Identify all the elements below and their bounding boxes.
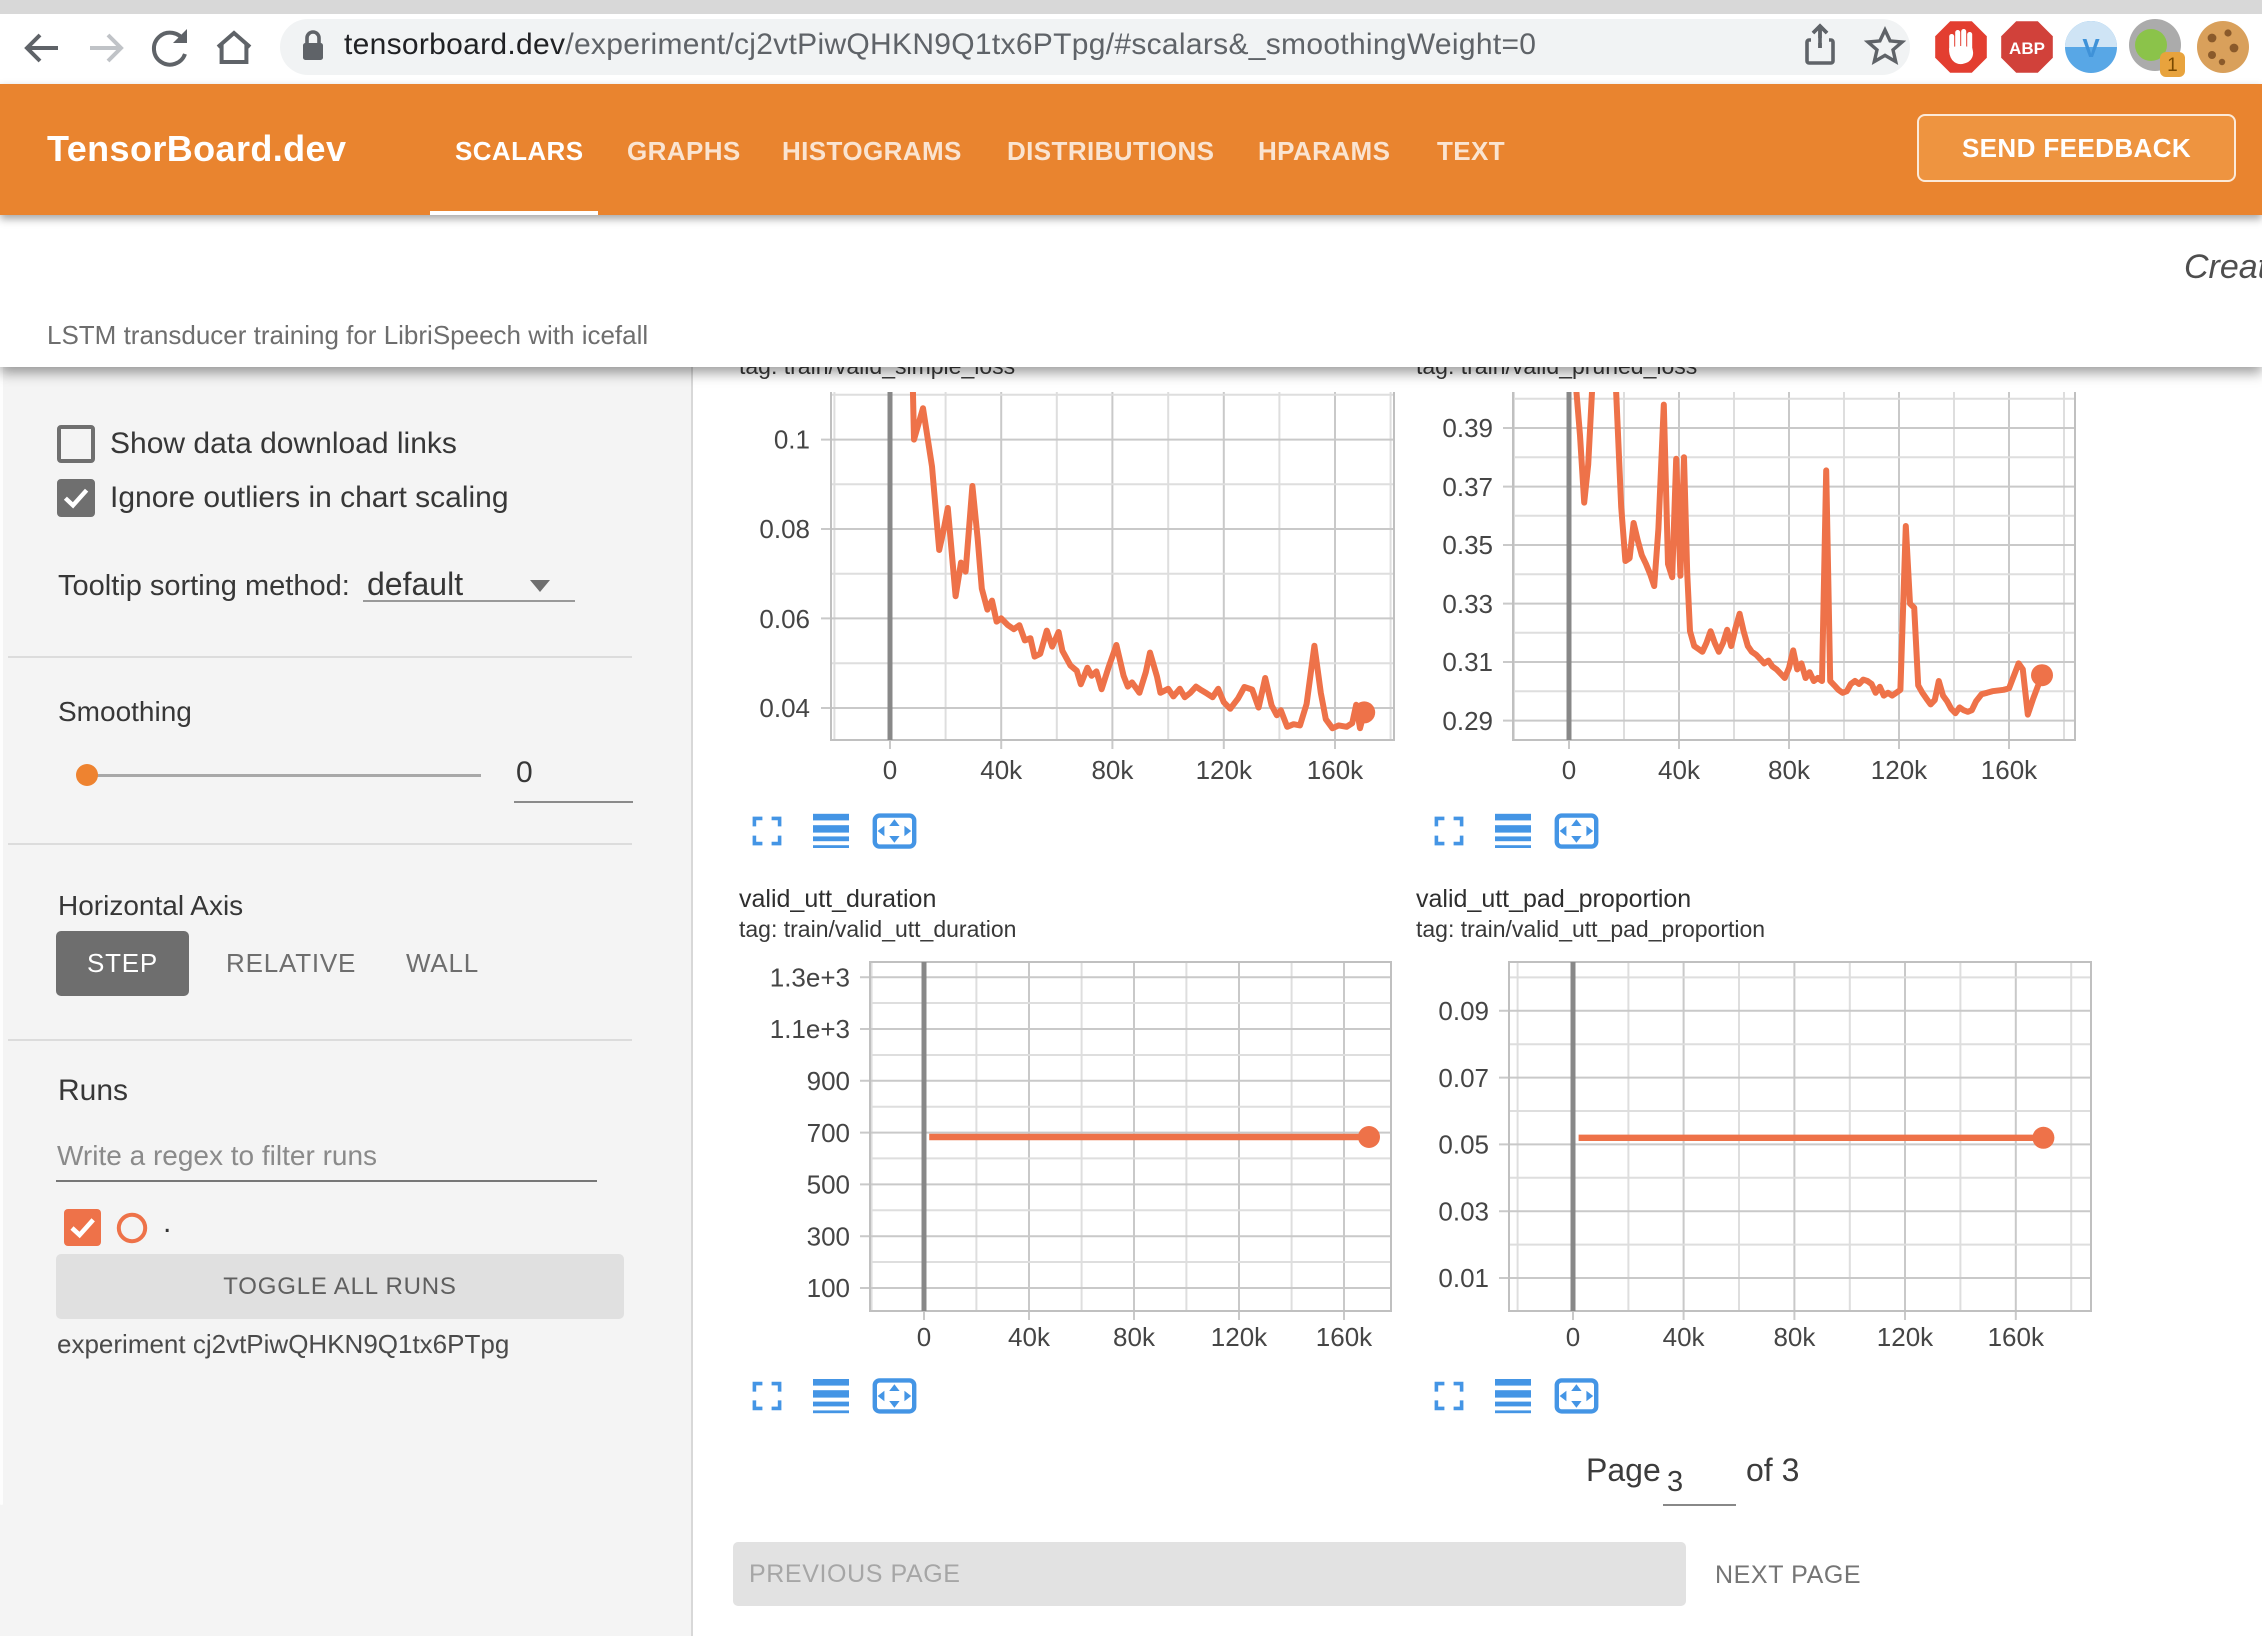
svg-text:0.31: 0.31 [1442, 647, 1493, 677]
svg-text:V: V [2082, 33, 2100, 63]
svg-text:900: 900 [807, 1066, 850, 1096]
svg-text:0.35: 0.35 [1442, 530, 1493, 560]
svg-text:0.04: 0.04 [759, 693, 810, 723]
svg-text:0.1: 0.1 [774, 425, 810, 455]
svg-text:1: 1 [2167, 55, 2178, 76]
svg-text:40k: 40k [980, 755, 1023, 785]
svg-text:120k: 120k [1871, 755, 1928, 785]
svg-text:0.05: 0.05 [1438, 1130, 1489, 1160]
svg-text:160k: 160k [1307, 755, 1364, 785]
svg-text:1.3e+3: 1.3e+3 [770, 962, 850, 992]
svg-text:0.39: 0.39 [1442, 413, 1493, 443]
svg-text:1.1e+3: 1.1e+3 [770, 1014, 850, 1044]
svg-text:0: 0 [1566, 1322, 1580, 1352]
svg-text:40k: 40k [1008, 1322, 1051, 1352]
svg-text:120k: 120k [1877, 1322, 1934, 1352]
svg-text:0.01: 0.01 [1438, 1263, 1489, 1293]
svg-text:ABP: ABP [2009, 39, 2045, 58]
svg-text:0.03: 0.03 [1438, 1196, 1489, 1226]
svg-text:40k: 40k [1658, 755, 1701, 785]
svg-text:80k: 80k [1113, 1322, 1156, 1352]
svg-text:40k: 40k [1663, 1322, 1706, 1352]
svg-text:500: 500 [807, 1170, 850, 1200]
svg-text:0.07: 0.07 [1438, 1063, 1489, 1093]
svg-text:0.09: 0.09 [1438, 996, 1489, 1026]
svg-text:160k: 160k [1988, 1322, 2045, 1352]
svg-text:100: 100 [807, 1273, 850, 1303]
svg-text:120k: 120k [1196, 755, 1253, 785]
svg-text:tag: train/valid_utt_duration: tag: train/valid_utt_duration [739, 916, 1016, 942]
svg-text:80k: 80k [1773, 1322, 1816, 1352]
svg-text:0: 0 [1562, 755, 1576, 785]
svg-text:80k: 80k [1768, 755, 1811, 785]
svg-text:120k: 120k [1211, 1322, 1268, 1352]
svg-text:tag: train/valid_utt_pad_propo: tag: train/valid_utt_pad_proportion [1416, 916, 1765, 942]
svg-text:700: 700 [807, 1118, 850, 1148]
svg-text:80k: 80k [1091, 755, 1134, 785]
svg-text:valid_utt_duration: valid_utt_duration [739, 885, 936, 913]
svg-text:valid_utt_pad_proportion: valid_utt_pad_proportion [1416, 885, 1691, 913]
svg-text:0.08: 0.08 [759, 514, 810, 544]
svg-text:160k: 160k [1981, 755, 2038, 785]
svg-text:0.33: 0.33 [1442, 589, 1493, 619]
svg-text:160k: 160k [1316, 1322, 1373, 1352]
svg-text:0.06: 0.06 [759, 604, 810, 634]
svg-text:300: 300 [807, 1221, 850, 1251]
svg-text:0.37: 0.37 [1442, 472, 1493, 502]
svg-text:0.29: 0.29 [1442, 706, 1493, 736]
svg-text:0: 0 [883, 755, 897, 785]
svg-text:0: 0 [917, 1322, 931, 1352]
